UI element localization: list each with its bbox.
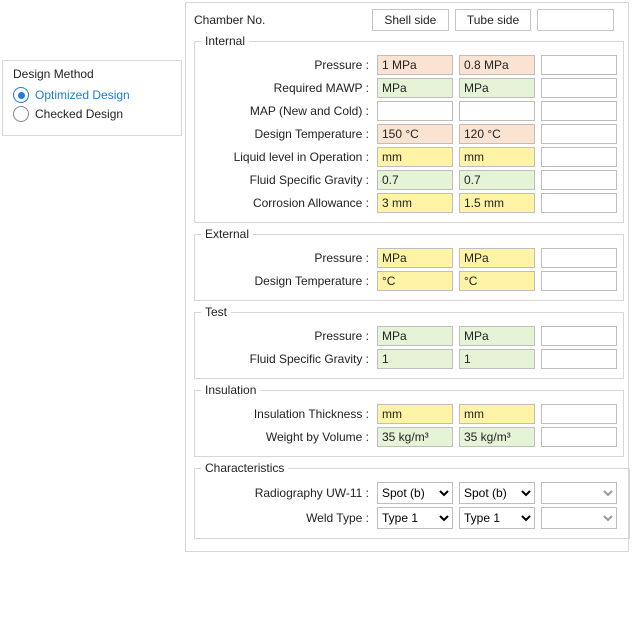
ins-wbv-tube[interactable]: 35 kg/m³ xyxy=(459,427,535,447)
ext-dtemp-extra[interactable] xyxy=(541,271,617,291)
char-rad-tube[interactable]: Spot (b) xyxy=(459,482,535,504)
char-weld-shell[interactable]: Type 1 xyxy=(377,507,453,529)
int-mawp-extra[interactable] xyxy=(541,78,617,98)
label-test-pressure: Pressure : xyxy=(201,329,369,343)
label-int-mawp: Required MAWP : xyxy=(201,81,369,95)
radio-checked-design[interactable]: Checked Design xyxy=(13,106,171,122)
label-ins-wbv: Weight by Volume : xyxy=(201,430,369,444)
int-mawp-shell[interactable]: MPa xyxy=(377,78,453,98)
char-rad-shell[interactable]: Spot (b) xyxy=(377,482,453,504)
test-pressure-shell[interactable]: MPa xyxy=(377,326,453,346)
radio-checked-label: Checked Design xyxy=(35,107,123,121)
label-test-sg: Fluid Specific Gravity : xyxy=(201,352,369,366)
int-corr-shell[interactable]: 3 mm xyxy=(377,193,453,213)
ins-wbv-shell[interactable]: 35 kg/m³ xyxy=(377,427,453,447)
int-map-shell[interactable] xyxy=(377,101,453,121)
design-method-title: Design Method xyxy=(13,67,171,81)
characteristics-legend: Characteristics xyxy=(201,461,288,475)
design-method-panel: Design Method Optimized Design Checked D… xyxy=(2,60,182,136)
external-legend: External xyxy=(201,227,253,241)
int-sg-shell[interactable]: 0.7 xyxy=(377,170,453,190)
label-char-weld: Weld Type : xyxy=(201,511,369,525)
test-sg-extra[interactable] xyxy=(541,349,617,369)
ext-dtemp-tube[interactable]: °C xyxy=(459,271,535,291)
test-legend: Test xyxy=(201,305,231,319)
char-weld-extra[interactable] xyxy=(541,507,617,529)
header-shell-side: Shell side xyxy=(372,9,449,31)
radio-checked-icon xyxy=(13,87,29,103)
label-ins-thk: Insulation Thickness : xyxy=(201,407,369,421)
ins-thk-extra[interactable] xyxy=(541,404,617,424)
header-blank xyxy=(537,9,614,31)
ext-pressure-shell[interactable]: MPa xyxy=(377,248,453,268)
int-pressure-tube[interactable]: 0.8 MPa xyxy=(459,55,535,75)
int-sg-tube[interactable]: 0.7 xyxy=(459,170,535,190)
int-dtemp-tube[interactable]: 120 °C xyxy=(459,124,535,144)
characteristics-group: Characteristics Radiography UW-11 : Spot… xyxy=(194,461,630,539)
test-sg-tube[interactable]: 1 xyxy=(459,349,535,369)
int-liq-shell[interactable]: mm xyxy=(377,147,453,167)
int-liq-extra[interactable] xyxy=(541,147,617,167)
label-int-map: MAP (New and Cold) : xyxy=(201,104,369,118)
int-dtemp-shell[interactable]: 150 °C xyxy=(377,124,453,144)
test-sg-shell[interactable]: 1 xyxy=(377,349,453,369)
label-int-dtemp: Design Temperature : xyxy=(201,127,369,141)
ext-pressure-tube[interactable]: MPa xyxy=(459,248,535,268)
char-weld-tube[interactable]: Type 1 xyxy=(459,507,535,529)
label-char-rad: Radiography UW-11 : xyxy=(201,486,369,500)
int-corr-tube[interactable]: 1.5 mm xyxy=(459,193,535,213)
int-mawp-tube[interactable]: MPa xyxy=(459,78,535,98)
label-ext-pressure: Pressure : xyxy=(201,251,369,265)
ext-pressure-extra[interactable] xyxy=(541,248,617,268)
test-pressure-extra[interactable] xyxy=(541,326,617,346)
label-int-corr: Corrosion Allowance : xyxy=(201,196,369,210)
ext-dtemp-shell[interactable]: °C xyxy=(377,271,453,291)
radio-optimized-design[interactable]: Optimized Design xyxy=(13,87,171,103)
char-rad-extra[interactable] xyxy=(541,482,617,504)
int-sg-extra[interactable] xyxy=(541,170,617,190)
chamber-no-label: Chamber No. xyxy=(194,13,372,27)
int-liq-tube[interactable]: mm xyxy=(459,147,535,167)
header-tube-side: Tube side xyxy=(455,9,532,31)
int-dtemp-extra[interactable] xyxy=(541,124,617,144)
label-ext-dtemp: Design Temperature : xyxy=(201,274,369,288)
int-map-extra[interactable] xyxy=(541,101,617,121)
int-map-tube[interactable] xyxy=(459,101,535,121)
internal-legend: Internal xyxy=(201,34,249,48)
radio-unchecked-icon xyxy=(13,106,29,122)
ins-wbv-extra[interactable] xyxy=(541,427,617,447)
insulation-group: Insulation Insulation Thickness : mm mm … xyxy=(194,383,624,457)
test-group: Test Pressure : MPa MPa Fluid Specific G… xyxy=(194,305,624,379)
ins-thk-tube[interactable]: mm xyxy=(459,404,535,424)
insulation-legend: Insulation xyxy=(201,383,260,397)
internal-group: Internal Pressure : 1 MPa 0.8 MPa Requir… xyxy=(194,34,624,223)
label-int-sg: Fluid Specific Gravity : xyxy=(201,173,369,187)
int-pressure-extra[interactable] xyxy=(541,55,617,75)
external-group: External Pressure : MPa MPa Design Tempe… xyxy=(194,227,624,301)
label-int-pressure: Pressure : xyxy=(201,58,369,72)
label-int-liq: Liquid level in Operation : xyxy=(201,150,369,164)
main-panel: Chamber No. Shell side Tube side Interna… xyxy=(185,2,629,552)
ins-thk-shell[interactable]: mm xyxy=(377,404,453,424)
test-pressure-tube[interactable]: MPa xyxy=(459,326,535,346)
int-pressure-shell[interactable]: 1 MPa xyxy=(377,55,453,75)
int-corr-extra[interactable] xyxy=(541,193,617,213)
radio-optimized-label: Optimized Design xyxy=(35,88,130,102)
